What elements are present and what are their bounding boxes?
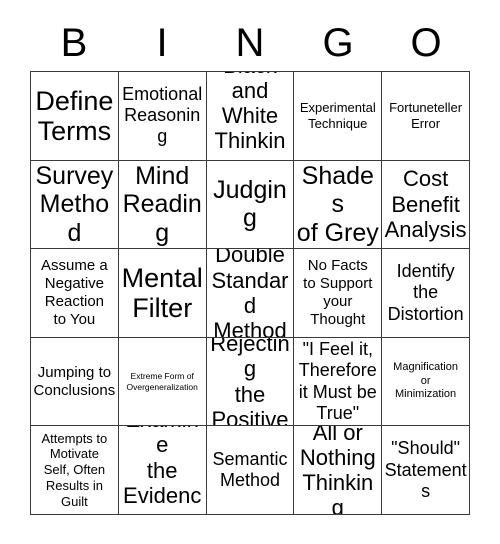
bingo-cell-r4c5[interactable]: Magnification or Minimization (382, 337, 470, 427)
bingo-cell-r1c3[interactable]: Black and White Thinking (206, 72, 295, 161)
bingo-cell-r5c4[interactable]: All or Nothing Thinking (294, 426, 383, 515)
bingo-cell-r2c3[interactable]: Judging (206, 160, 295, 250)
bingo-header-letter-o: O (410, 20, 442, 65)
bingo-cell-label: Mental Filter (121, 262, 203, 323)
bingo-cell-label: Shades of Grey (296, 161, 379, 247)
bingo-cell-label: Cost Benefit Analysis (384, 166, 467, 243)
bingo-cell-label: Extreme Form of Overgeneralization (126, 370, 198, 392)
bingo-cell-label: Black and White Thinking (214, 72, 286, 160)
bingo-cell-r5c5[interactable]: "Should" Statements (382, 426, 470, 515)
bingo-cell-label: Attempts to Motivate Self, Often Results… (41, 430, 108, 509)
bingo-cell-label: Identify the Distortion (387, 261, 464, 324)
bingo-header-letter-g: G (322, 20, 354, 65)
bingo-cell-r5c1[interactable]: Attempts to Motivate Self, Often Results… (31, 426, 119, 515)
bingo-cell-label: Survey Method (35, 161, 114, 247)
bingo-cell-label: Fortuneteller Error (389, 99, 463, 131)
bingo-cell-label: Assume a Negative Reaction to You (41, 256, 108, 328)
bingo-cell-r3c5[interactable]: Identify the Distortion (382, 249, 470, 338)
bingo-header-letter-n: N (235, 20, 265, 65)
bingo-cell-label: "I Feel it, Therefore it Must be True" (298, 339, 377, 423)
bingo-cell-label: Magnification or Minimization (393, 360, 458, 401)
bingo-cell-label: Semantic Method (212, 448, 288, 491)
bingo-header-letter-b: B (60, 20, 88, 65)
bingo-cell-r4c4[interactable]: "I Feel it, Therefore it Must be True" (294, 337, 383, 427)
bingo-cell-r2c5[interactable]: Cost Benefit Analysis (382, 160, 470, 250)
bingo-cell-r3c3[interactable]: Double Standard Method (206, 249, 295, 338)
bingo-cell-r4c3[interactable]: Rejecting the Positive (206, 337, 295, 427)
bingo-header-row: BINGO (30, 14, 470, 71)
bingo-cell-label: Experimental Technique (299, 99, 376, 131)
bingo-cell-label: Examine the Evidence (123, 426, 202, 514)
bingo-cell-r4c1[interactable]: Jumping to Conclusions (31, 337, 119, 427)
bingo-cell-label: Define Terms (35, 85, 114, 146)
bingo-cell-label: Rejecting the Positive (210, 337, 290, 427)
bingo-cell-r3c1[interactable]: Assume a Negative Reaction to You (31, 249, 119, 338)
bingo-card: B I N G O Define TermsEmotional ReasoningBla… (0, 0, 500, 544)
bingo-cell-r5c3[interactable]: Semantic Method (206, 426, 295, 515)
bingo-cell-r5c2[interactable]: Examine the Evidence (118, 426, 207, 515)
bingo-cell-label: Emotional Reasoning (122, 83, 203, 147)
bingo-cell-label: Jumping to Conclusions (33, 363, 116, 399)
bingo-grid: Define TermsEmotional ReasoningBlack and… (30, 71, 470, 515)
bingo-cell-label: Mind Reading (122, 161, 202, 247)
bingo-header-letter-i: I (156, 20, 168, 65)
bingo-cell-r3c4[interactable]: No Facts to Support your Thought (294, 249, 383, 338)
bingo-cell-label: All or Nothing Thinking (299, 426, 376, 515)
bingo-cell-label: Judging (213, 175, 287, 233)
bingo-cell-label: "Should" Statements (384, 438, 467, 501)
bingo-cell-label: Double Standard Method (211, 249, 289, 338)
bingo-cell-r1c1[interactable]: Define Terms (31, 72, 119, 161)
bingo-cell-r4c2[interactable]: Extreme Form of Overgeneralization (118, 337, 207, 427)
bingo-cell-r1c5[interactable]: Fortuneteller Error (382, 72, 470, 161)
bingo-cell-r2c4[interactable]: Shades of Grey (294, 160, 383, 250)
bingo-cell-r2c2[interactable]: Mind Reading (118, 160, 207, 250)
bingo-cell-label: No Facts to Support your Thought (303, 256, 373, 328)
bingo-cell-r3c2[interactable]: Mental Filter (118, 249, 207, 338)
bingo-cell-r1c4[interactable]: Experimental Technique (294, 72, 383, 161)
bingo-cell-r2c1[interactable]: Survey Method (31, 160, 119, 250)
bingo-cell-r1c2[interactable]: Emotional Reasoning (118, 72, 207, 161)
